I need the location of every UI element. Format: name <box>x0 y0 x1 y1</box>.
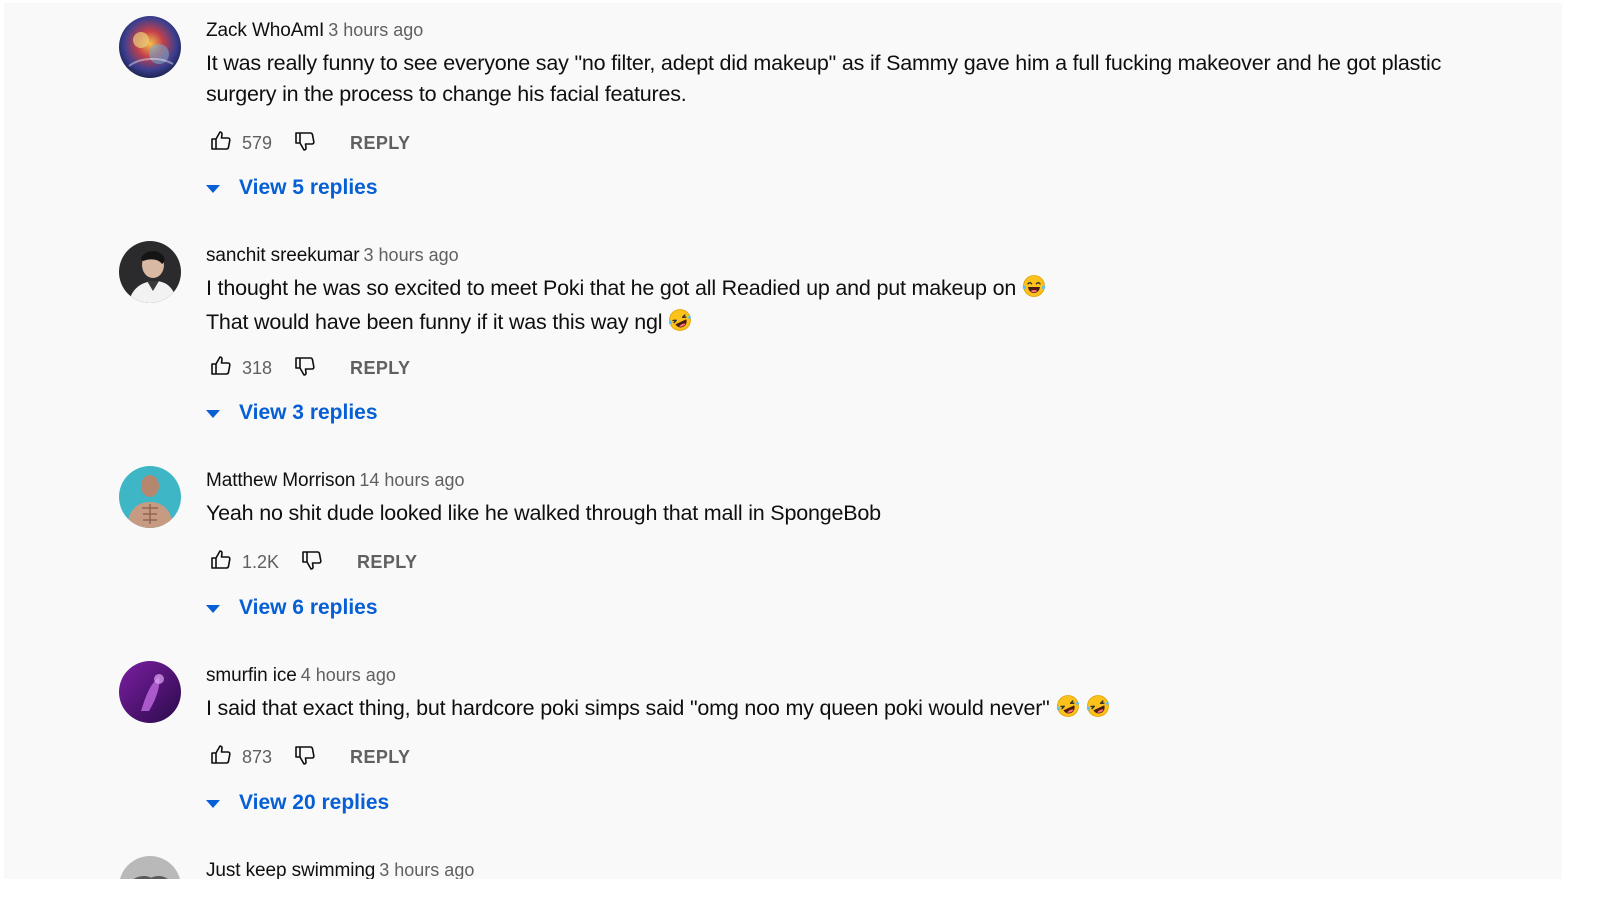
like-button[interactable] <box>206 547 236 577</box>
comment-timestamp[interactable]: 4 hours ago <box>301 665 396 685</box>
thumbs-down-icon <box>300 548 324 577</box>
thumbs-up-icon <box>209 548 233 577</box>
comment-text: I thought he was so excited to meet Poki… <box>206 273 1542 341</box>
author-avatar[interactable] <box>119 466 181 528</box>
comment-line-text: I thought he was so excited to meet Poki… <box>206 276 1017 300</box>
dislike-button[interactable] <box>297 547 327 577</box>
like-count: 1.2K <box>242 551 280 572</box>
author-avatar[interactable] <box>119 661 181 723</box>
comment-text: Yeah no shit dude looked like he walked … <box>206 498 1542 529</box>
comment-author[interactable]: Matthew Morrison <box>206 470 355 491</box>
comment-thread: Just keep swimming 3 hours ago <box>119 843 1542 879</box>
caret-down-icon <box>205 596 221 620</box>
dislike-button[interactable] <box>290 742 320 772</box>
comment-author[interactable]: sanchit sreekumar <box>206 245 360 266</box>
comment-author[interactable]: Zack WhoAmI <box>206 20 324 41</box>
thumbs-down-icon <box>293 354 317 383</box>
view-replies-label: View 3 replies <box>239 401 378 424</box>
comment-author[interactable]: Just keep swimming <box>206 860 375 879</box>
caret-down-icon <box>205 176 221 200</box>
like-button[interactable] <box>206 353 236 383</box>
thumbs-down-icon <box>293 743 317 772</box>
comment-line: I thought he was so excited to meet Poki… <box>206 273 1542 307</box>
comment-line-text: That would have been funny if it was thi… <box>206 310 663 334</box>
comment-timestamp[interactable]: 3 hours ago <box>328 20 423 40</box>
comment-text: I said that exact thing, but hardcore po… <box>206 693 1542 727</box>
comment-thread: sanchit sreekumar 3 hours ago I thought h… <box>119 228 1542 448</box>
dislike-button[interactable] <box>290 128 320 158</box>
comment-line: I said that exact thing, but hardcore po… <box>206 693 1542 727</box>
view-replies-button[interactable]: View 5 replies <box>206 173 378 203</box>
caret-down-icon <box>205 401 221 425</box>
view-replies-button[interactable]: View 6 replies <box>206 593 378 623</box>
view-replies-label: View 20 replies <box>239 791 390 814</box>
view-replies-button[interactable]: View 20 replies <box>206 788 389 818</box>
tears-of-joy-emoji-icon <box>1022 274 1046 307</box>
comment-timestamp[interactable]: 14 hours ago <box>359 470 464 490</box>
thumbs-up-icon <box>209 354 233 383</box>
reply-button[interactable]: REPLY <box>357 552 417 573</box>
comment-line: It was really funny to see everyone say … <box>206 51 1442 75</box>
comment-timestamp[interactable]: 3 hours ago <box>364 245 459 265</box>
like-count: 579 <box>242 132 273 153</box>
comment-line: surgery in the process to change his fac… <box>206 82 687 106</box>
rofl-emoji-icon <box>668 308 692 341</box>
comment-line: Yeah no shit dude looked like he walked … <box>206 501 881 525</box>
comment-timestamp[interactable]: 3 hours ago <box>379 860 474 879</box>
comment-line: That would have been funny if it was thi… <box>206 307 1542 341</box>
caret-down-icon <box>205 791 221 815</box>
comment-text: It was really funny to see everyone say … <box>206 48 1542 110</box>
comments-section: Zack WhoAmI 3 hours ago It was really fun… <box>4 3 1562 879</box>
author-avatar[interactable] <box>119 856 181 879</box>
thumbs-up-icon <box>209 743 233 772</box>
view-replies-button[interactable]: View 3 replies <box>206 398 378 428</box>
dislike-button[interactable] <box>290 353 320 383</box>
view-replies-label: View 5 replies <box>239 176 378 199</box>
view-replies-label: View 6 replies <box>239 596 378 619</box>
like-button[interactable] <box>206 742 236 772</box>
reply-button[interactable]: REPLY <box>350 358 410 379</box>
thumbs-down-icon <box>293 129 317 158</box>
like-button[interactable] <box>206 128 236 158</box>
rofl-emoji-icon <box>1056 694 1080 727</box>
reply-button[interactable]: REPLY <box>350 133 410 154</box>
comment-thread: Zack WhoAmI 3 hours ago It was really fun… <box>119 3 1542 223</box>
author-avatar[interactable] <box>119 241 181 303</box>
like-count: 873 <box>242 746 273 767</box>
comment-thread: smurfin ice 4 hours ago I said that exact… <box>119 648 1542 838</box>
reply-button[interactable]: REPLY <box>350 747 410 768</box>
comment-author[interactable]: smurfin ice <box>206 665 297 686</box>
comment-thread: Matthew Morrison 14 hours ago Yeah no shi… <box>119 453 1542 643</box>
author-avatar[interactable] <box>119 16 181 78</box>
comment-line-text: I said that exact thing, but hardcore po… <box>206 696 1050 720</box>
rofl-emoji-icon <box>1086 694 1110 727</box>
like-count: 318 <box>242 357 273 378</box>
thumbs-up-icon <box>209 129 233 158</box>
